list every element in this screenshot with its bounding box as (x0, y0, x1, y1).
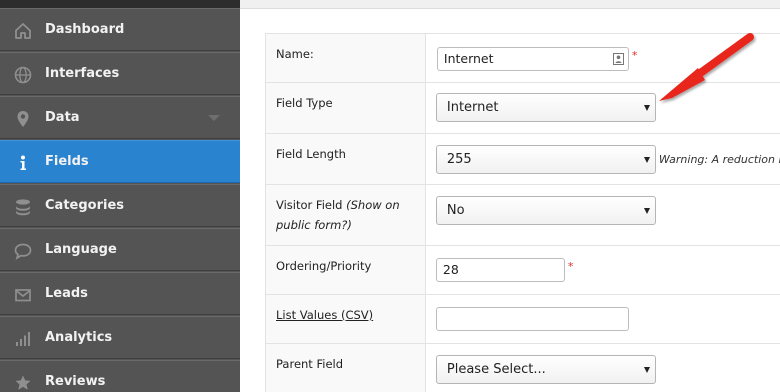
field-type-selected-value: Internet (446, 100, 499, 115)
form-row-parent-field: Parent Field Please Select... (265, 343, 780, 392)
parent-field-select[interactable]: Please Select... (435, 355, 656, 384)
dropdown-arrow-icon (643, 157, 650, 163)
visitor-field-selected-value: No (446, 203, 465, 218)
field-edit-form: Name: Internet * Field Type Internet Fie… (265, 33, 780, 392)
speech-bubble-icon (14, 243, 32, 260)
sidebar-item-categories[interactable]: Categories (0, 184, 240, 227)
sidebar-item-label: Language (45, 242, 117, 257)
sidebar-item-leads[interactable]: Leads (0, 272, 240, 315)
sidebar-item-analytics[interactable]: Analytics (0, 316, 240, 359)
required-indicator: * (631, 49, 638, 62)
form-row-list-values: List Values (CSV) (265, 294, 780, 344)
parent-field-selected-value: Please Select... (446, 362, 546, 377)
sidebar-item-data[interactable]: Data (0, 96, 240, 139)
name-label: Name: (276, 47, 314, 61)
field-type-select[interactable]: Internet (435, 93, 656, 122)
top-bar (240, 0, 780, 9)
bar-chart-icon (16, 332, 30, 346)
form-row-field-type: Field Type Internet (265, 82, 780, 134)
dropdown-arrow-icon (643, 105, 650, 111)
layers-icon (16, 199, 30, 216)
main-content: Name: Internet * Field Type Internet Fie… (240, 0, 780, 392)
sidebar-item-label: Fields (45, 154, 89, 169)
sidebar-item-reviews[interactable]: Reviews (0, 360, 240, 392)
form-row-field-length: Field Length 255 Warning: A reduction in (265, 133, 780, 185)
required-indicator: * (567, 260, 574, 273)
name-input-value: Internet (443, 51, 494, 66)
sidebar-item-label: Data (45, 110, 80, 125)
field-type-label: Field Type (276, 96, 333, 110)
sidebar-item-label: Interfaces (45, 66, 120, 81)
visitor-field-select[interactable]: No (435, 196, 656, 225)
sidebar-item-interfaces[interactable]: Interfaces (0, 52, 240, 95)
dropdown-arrow-icon (643, 208, 650, 214)
field-length-select[interactable]: 255 (435, 145, 656, 174)
sidebar-item-label: Reviews (45, 374, 106, 389)
sidebar-item-fields[interactable]: Fields (0, 140, 240, 183)
ordering-input-value: 28 (442, 262, 459, 277)
dropdown-arrow-icon (643, 367, 650, 373)
sidebar-item-label: Analytics (45, 330, 113, 345)
form-row-name: Name: Internet * (265, 33, 780, 83)
sidebar-item-language[interactable]: Language (0, 228, 240, 271)
parent-field-label: Parent Field (276, 357, 344, 371)
sidebar-item-dashboard[interactable]: Dashboard (0, 8, 240, 51)
envelope-icon (15, 289, 31, 302)
field-length-selected-value: 255 (446, 152, 472, 167)
ordering-input[interactable]: 28 (435, 258, 565, 282)
sidebar-top-strip (0, 0, 240, 8)
name-input[interactable]: Internet (436, 47, 629, 71)
map-pin-icon (17, 111, 29, 127)
star-icon (15, 375, 31, 390)
form-row-visitor-field: Visitor Field (Show on public form?) No (265, 184, 780, 246)
list-values-label: List Values (CSV) (266, 295, 425, 325)
info-icon (20, 155, 26, 170)
form-row-ordering: Ordering/Priority 28 * (265, 245, 780, 295)
contact-card-icon (612, 53, 624, 65)
ordering-label: Ordering/Priority (276, 259, 372, 273)
sidebar-item-label: Dashboard (45, 22, 125, 37)
sidebar: Dashboard Interfaces Data Fields Categor… (0, 0, 240, 392)
sidebar-item-label: Categories (45, 198, 125, 213)
home-icon (15, 23, 31, 39)
globe-icon (14, 66, 32, 84)
field-length-warning: Warning: A reduction in (658, 153, 780, 166)
field-length-label: Field Length (276, 147, 346, 161)
list-values-input[interactable] (435, 307, 629, 331)
visitor-field-label: Visitor Field (Show on public form?) (276, 198, 400, 232)
list-values-link[interactable]: List Values (CSV) (276, 308, 373, 322)
sidebar-item-label: Leads (45, 286, 88, 301)
chevron-down-icon (208, 115, 220, 121)
